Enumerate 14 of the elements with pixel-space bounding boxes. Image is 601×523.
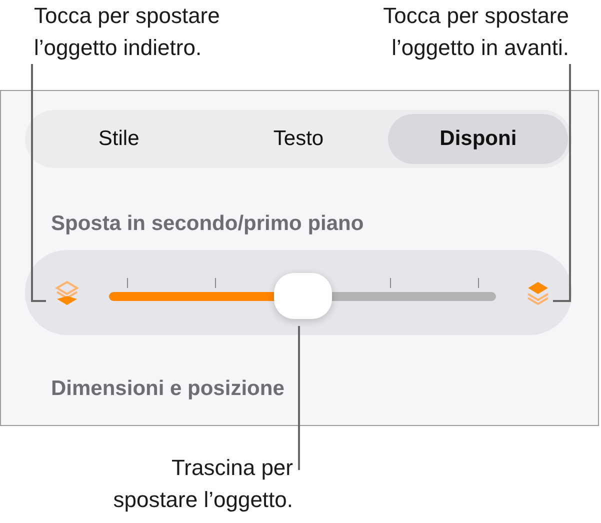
tick-mark [478, 278, 479, 288]
section-title: Dimensioni e posizione [51, 377, 286, 401]
section-title: Sposta in secondo/primo piano [51, 212, 365, 236]
callout-text: Tocca per spostare l’oggetto in avanti. [383, 2, 569, 62]
layers-icon[interactable] [53, 278, 81, 306]
tab[interactable]: Stile [29, 114, 209, 164]
tick-mark [214, 278, 216, 288]
tab[interactable]: Testo [208, 114, 388, 164]
tick-mark [390, 278, 392, 288]
tick-mark [127, 278, 128, 288]
slider-thumb[interactable] [274, 272, 332, 318]
callout-text: Tocca per spostare l’oggetto indietro. [34, 2, 220, 62]
tab[interactable]: Disponi [388, 114, 568, 164]
callout-text: Trascina per spostare l’oggetto. [113, 454, 293, 514]
